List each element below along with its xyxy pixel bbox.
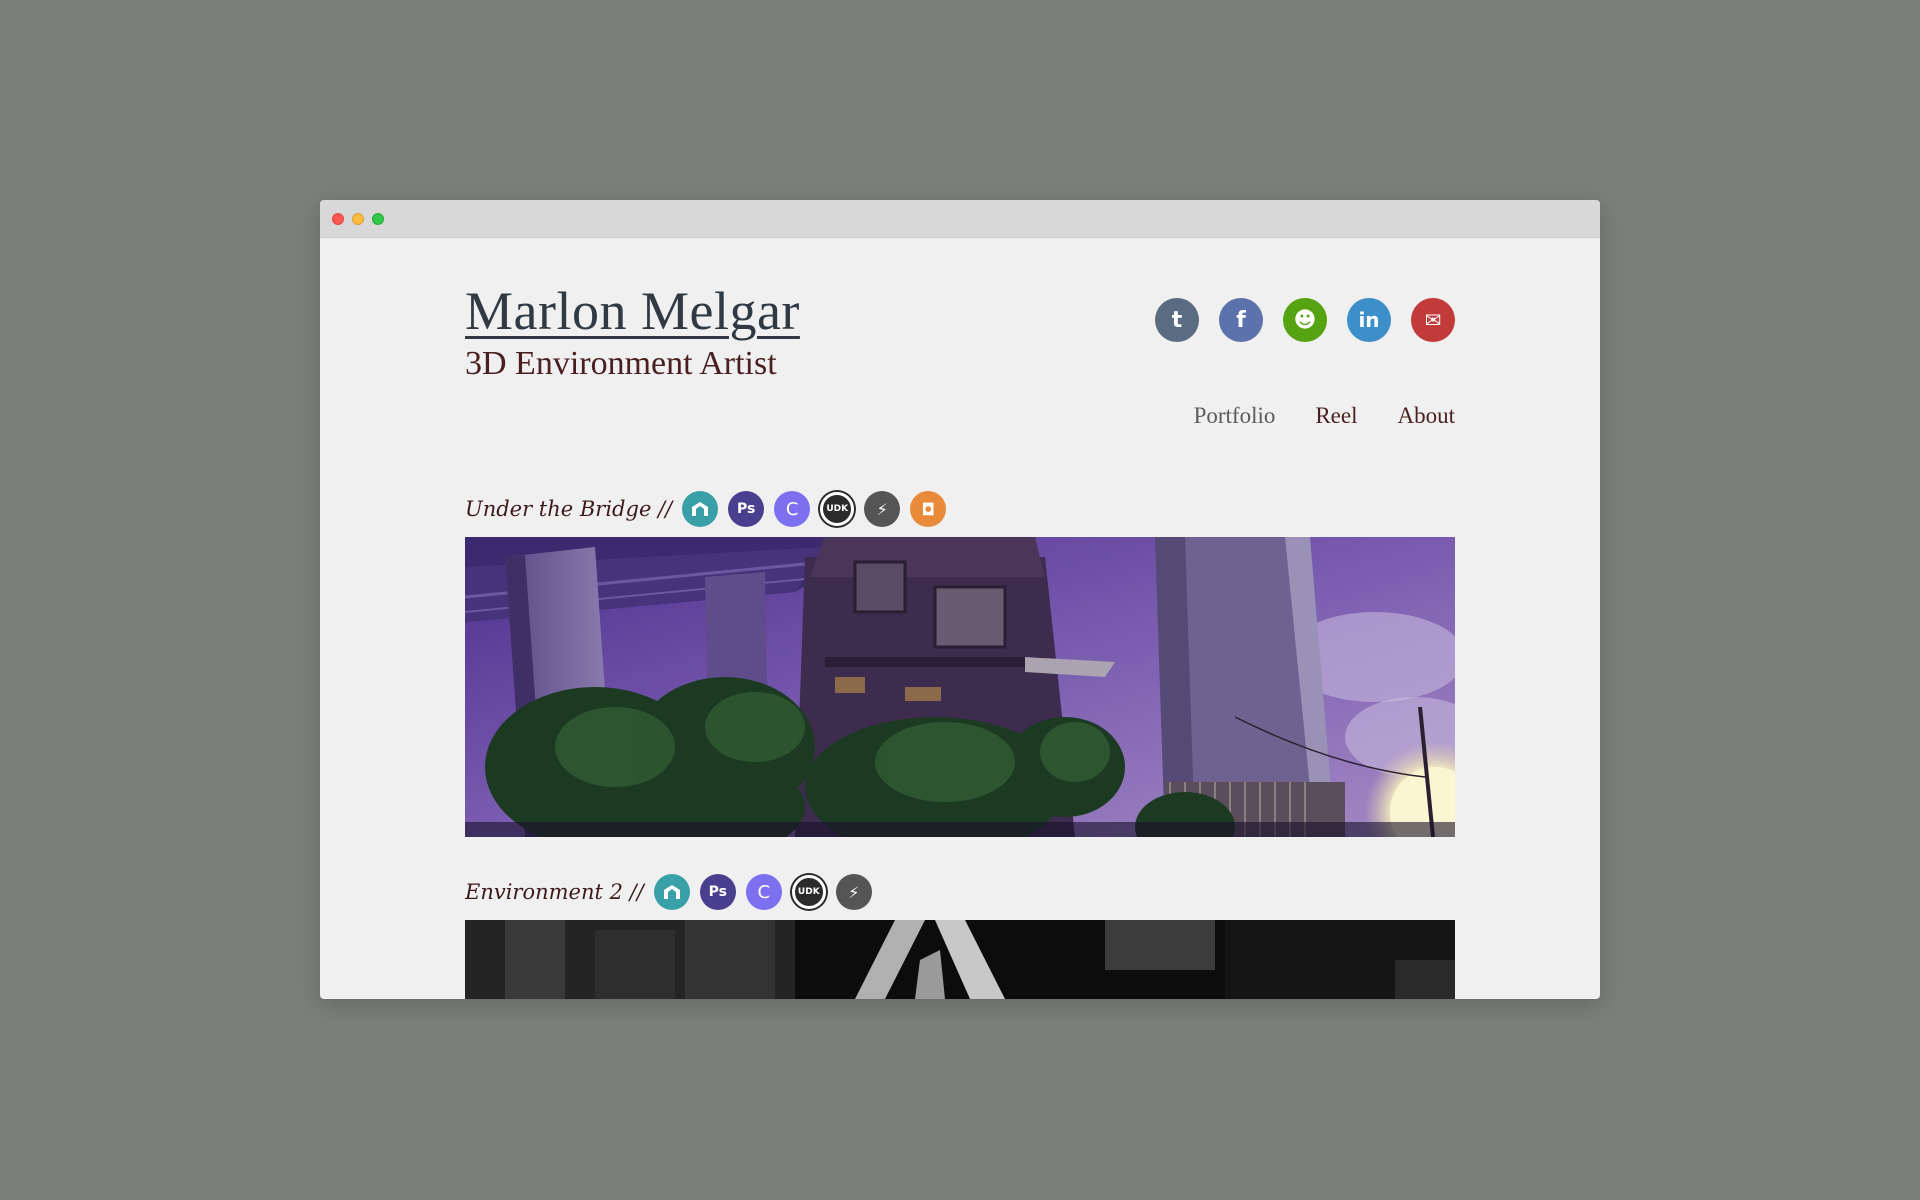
zbrush-icon: ⚡ bbox=[835, 874, 872, 910]
browser-window: Marlon Melgar 3D Environment Artist t f … bbox=[320, 200, 1600, 999]
nav-reel[interactable]: Reel bbox=[1315, 403, 1357, 429]
3dsmax-icon bbox=[682, 491, 719, 527]
project-header: Under the Bridge // Ps C UDK ⚡ ◘ bbox=[465, 491, 956, 527]
page-content: Marlon Melgar 3D Environment Artist t f … bbox=[465, 238, 1455, 999]
crazybump-icon: C bbox=[774, 491, 811, 527]
udk-icon: UDK bbox=[820, 492, 855, 526]
tumblr-icon[interactable]: t bbox=[1155, 298, 1199, 342]
project-image-under-the-bridge[interactable] bbox=[465, 537, 1455, 837]
smiley-icon[interactable]: ☻ bbox=[1283, 298, 1327, 342]
email-icon[interactable]: ✉ bbox=[1411, 298, 1455, 342]
minimize-window-button[interactable] bbox=[352, 213, 364, 225]
crazybump-icon: C bbox=[745, 874, 782, 910]
project-header: Environment 2 // Ps C UDK ⚡ bbox=[465, 874, 882, 910]
window-titlebar bbox=[320, 200, 1600, 238]
project-image-environment-2[interactable] bbox=[465, 920, 1455, 999]
site-title-link[interactable]: Marlon Melgar bbox=[465, 280, 800, 342]
project-title[interactable]: Under the Bridge // bbox=[465, 497, 672, 521]
close-window-button[interactable] bbox=[332, 213, 344, 225]
substance-icon: ◘ bbox=[910, 491, 947, 527]
nav-about[interactable]: About bbox=[1398, 403, 1456, 429]
linkedin-icon[interactable]: in bbox=[1347, 298, 1391, 342]
udk-icon: UDK bbox=[791, 875, 826, 909]
project-title[interactable]: Environment 2 // bbox=[465, 880, 644, 904]
maximize-window-button[interactable] bbox=[372, 213, 384, 225]
photoshop-icon: Ps bbox=[699, 874, 736, 910]
social-links: t f ☻ in ✉ bbox=[1155, 298, 1455, 342]
facebook-icon[interactable]: f bbox=[1219, 298, 1263, 342]
zbrush-icon: ⚡ bbox=[864, 491, 901, 527]
main-nav: Portfolio Reel About bbox=[1194, 403, 1455, 429]
nav-portfolio[interactable]: Portfolio bbox=[1194, 403, 1276, 429]
site-subtitle: 3D Environment Artist bbox=[465, 345, 777, 382]
3dsmax-icon bbox=[653, 874, 690, 910]
photoshop-icon: Ps bbox=[728, 491, 765, 527]
